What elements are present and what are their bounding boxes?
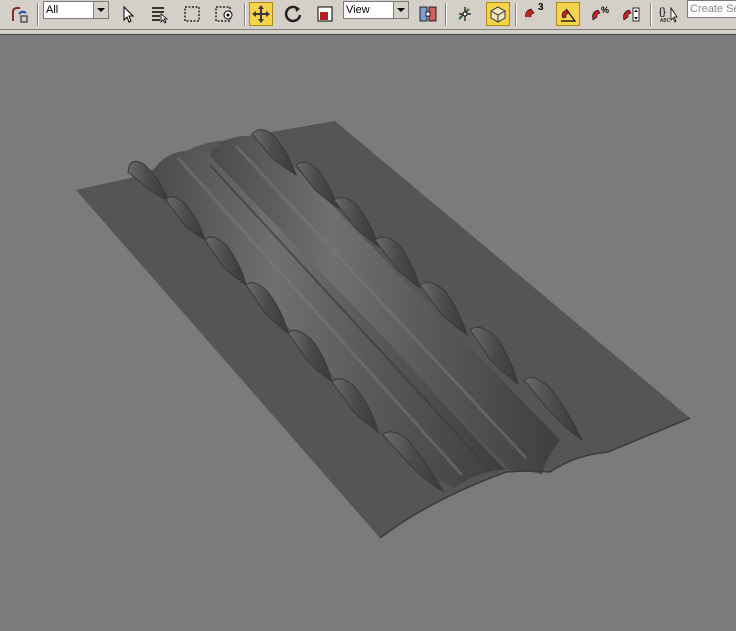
keyboard-shortcut-override-icon[interactable] [486, 2, 510, 26]
reference-coordinate-dropdown[interactable]: View [343, 1, 409, 19]
toolbar-separator [650, 3, 652, 26]
toolbar-separator [37, 3, 39, 26]
snaps-toggle-superscript: 3 [538, 2, 544, 13]
svg-text:ABC: ABC [660, 18, 671, 24]
angle-snap-toggle-icon[interactable] [556, 2, 580, 26]
toolbar-separator [244, 3, 246, 26]
use-pivot-point-center-icon[interactable] [416, 2, 440, 26]
toolbar-separator [515, 3, 517, 26]
selection-filter-dropdown[interactable]: All [43, 1, 109, 19]
chevron-down-icon[interactable] [393, 2, 408, 18]
window-crossing-icon[interactable] [212, 2, 236, 26]
viewport-scene [76, 121, 691, 539]
select-and-rotate-icon[interactable] [281, 2, 305, 26]
selection-filter-value: All [46, 4, 59, 16]
chevron-down-icon[interactable] [93, 2, 108, 18]
select-and-manipulate-icon[interactable] [453, 2, 477, 26]
rectangular-selection-region-icon[interactable] [180, 2, 204, 26]
svg-text:{}: {} [659, 7, 666, 18]
main-toolbar: All View 3 % {} ABC Create Se [0, 0, 736, 30]
toolbar-separator [445, 3, 447, 26]
svg-text:%: % [601, 5, 609, 15]
select-object-icon[interactable] [116, 2, 140, 26]
named-selection-placeholder: Create Se [690, 3, 736, 15]
reference-coordinate-value: View [346, 4, 370, 16]
select-and-link-icon[interactable] [8, 2, 32, 26]
percent-snap-toggle-icon[interactable]: % [588, 2, 612, 26]
spinner-snap-toggle-icon[interactable] [619, 2, 643, 26]
edit-named-selection-sets-icon[interactable]: {} ABC [656, 2, 680, 26]
select-by-name-icon[interactable] [147, 2, 171, 26]
perspective-viewport[interactable] [0, 35, 736, 631]
named-selection-sets-field[interactable]: Create Se [687, 0, 736, 18]
select-and-scale-icon[interactable] [313, 2, 337, 26]
select-and-move-icon[interactable] [249, 2, 273, 26]
